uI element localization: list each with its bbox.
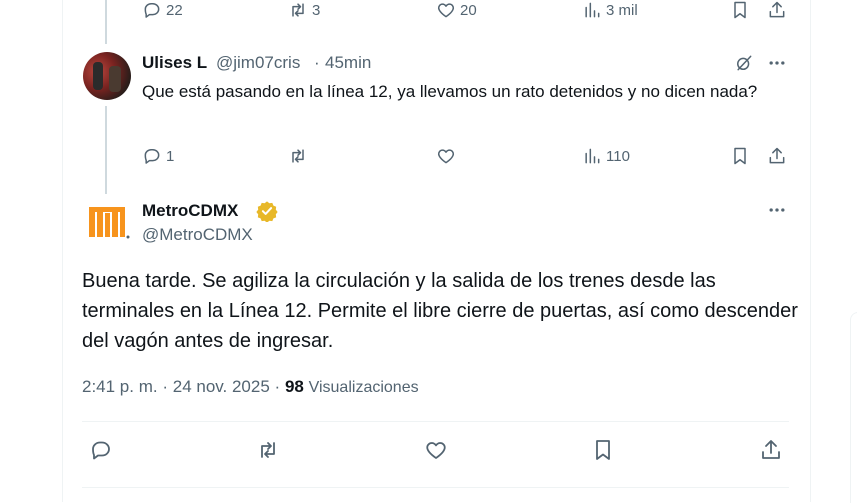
sidebar-edge: [850, 312, 857, 503]
views-button[interactable]: 110: [582, 146, 630, 166]
reply-icon: [92, 441, 110, 460]
main-tweet-text: Buena tarde. Se agiliza la circulación y…: [82, 270, 798, 352]
like-button[interactable]: 20: [436, 0, 477, 20]
share-button[interactable]: [767, 0, 787, 20]
retweet-button[interactable]: 3: [288, 0, 320, 20]
avatar-figure: [93, 62, 103, 90]
bookmark-button[interactable]: [730, 0, 750, 20]
reply-count: 1: [166, 147, 175, 165]
views-total: 98: [284, 377, 304, 396]
views-count: 3 mil: [606, 1, 638, 19]
column-border-left: [62, 0, 63, 502]
reply-author-handle[interactable]: @jim07cris: [216, 53, 300, 73]
like-button[interactable]: [424, 438, 448, 462]
separator-dot: ·: [162, 377, 169, 396]
main-author-handle[interactable]: @MetroCDMX: [142, 225, 253, 245]
bookmark-icon: [596, 440, 610, 460]
tweet-metadata: 2:41 p. m. · 24 nov. 2025 · 98 Visualiza…: [82, 377, 419, 397]
share-button[interactable]: [767, 146, 787, 166]
divider: [82, 421, 789, 422]
reply-icon: [144, 149, 160, 164]
views-icon: [585, 2, 600, 18]
reply-button[interactable]: [89, 438, 113, 462]
reply-count: 22: [166, 1, 183, 19]
column-border-right: [810, 0, 811, 502]
tweet-time[interactable]: 2:41 p. m.: [82, 377, 158, 396]
more-options-button[interactable]: [767, 53, 787, 73]
share-icon: [769, 147, 785, 164]
grok-button[interactable]: [734, 53, 754, 73]
reply-author-name[interactable]: Ulises L: [142, 53, 207, 73]
share-icon: [762, 440, 780, 459]
reply-icon: [144, 3, 160, 18]
like-button[interactable]: [436, 146, 456, 166]
bookmark-button[interactable]: [591, 438, 615, 462]
views-count: 110: [606, 147, 630, 165]
like-icon: [426, 442, 446, 459]
bookmark-button[interactable]: [730, 146, 750, 166]
more-icon: [769, 208, 785, 212]
like-icon: [437, 3, 455, 18]
divider: [82, 487, 789, 488]
thread-connector: [105, 0, 107, 44]
reply-button[interactable]: 22: [142, 0, 183, 20]
verified-badge-icon: [256, 201, 278, 222]
retweet-button[interactable]: [256, 438, 280, 462]
grok-icon: [737, 55, 752, 71]
thread-connector: [105, 106, 107, 194]
views-button[interactable]: 3 mil: [582, 0, 638, 20]
avatar[interactable]: [83, 52, 131, 100]
more-icon: [769, 61, 785, 65]
bookmark-icon: [734, 1, 746, 19]
retweet-icon: [261, 442, 275, 458]
views-label: Visualizaciones: [308, 379, 419, 396]
bookmark-icon: [734, 147, 746, 165]
reply-button[interactable]: 1: [142, 146, 174, 166]
reply-time[interactable]: 45min: [325, 53, 371, 73]
avatar-figure: [109, 66, 121, 92]
separator-dot: ·: [274, 377, 281, 396]
retweet-icon: [292, 3, 304, 17]
retweet-icon: [292, 149, 304, 163]
views-icon: [585, 148, 600, 164]
metro-logo-icon[interactable]: [83, 199, 131, 247]
retweet-button[interactable]: [288, 146, 308, 166]
share-icon: [769, 1, 785, 18]
main-author-name[interactable]: MetroCDMX: [142, 201, 238, 221]
more-options-button[interactable]: [767, 200, 787, 220]
like-count: 20: [460, 1, 477, 19]
like-icon: [437, 149, 455, 164]
reply-text: Que está pasando en la línea 12, ya llev…: [142, 82, 758, 101]
tweet-date[interactable]: 24 nov. 2025: [173, 377, 270, 396]
separator-dot: ·: [314, 53, 320, 72]
retweet-count: 3: [312, 1, 321, 19]
share-button[interactable]: [759, 438, 783, 462]
